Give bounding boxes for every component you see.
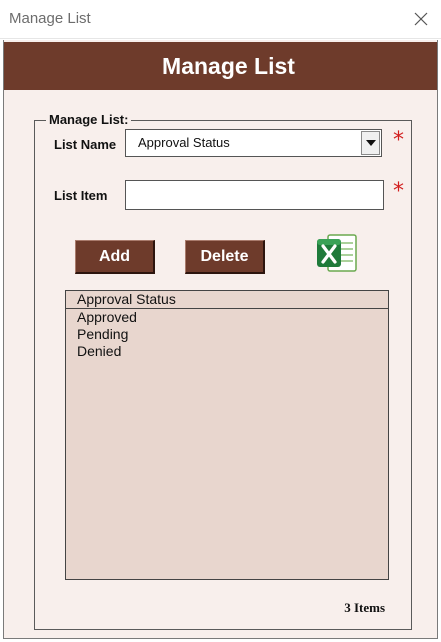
list-name-label: List Name	[54, 137, 117, 152]
close-icon	[414, 12, 428, 26]
item-count: 3 Items	[344, 600, 385, 615]
listbox-header: Approval Status	[66, 291, 388, 309]
chevron-down-icon	[365, 140, 376, 146]
list-item-required-mark: *	[393, 179, 404, 204]
close-button[interactable]	[406, 4, 436, 34]
list-items-listbox[interactable]: Approval Status Approved Pending Denied	[65, 290, 389, 580]
form-header-title: Manage List	[162, 52, 295, 79]
list-item-label: List Item	[54, 188, 108, 203]
excel-icon	[317, 234, 357, 272]
list-item[interactable]: Pending	[66, 326, 388, 343]
window-titlebar: Manage List	[0, 0, 441, 39]
window-title: Manage List	[9, 10, 91, 27]
add-button[interactable]: Add	[75, 240, 155, 274]
list-item-input[interactable]	[125, 180, 384, 210]
export-excel-button[interactable]	[315, 231, 359, 275]
list-name-value: Approval Status	[138, 135, 230, 150]
form-header: Manage List	[4, 42, 437, 90]
manage-list-form: Manage List Manage List: List Name Appro…	[3, 40, 438, 639]
list-name-required-mark: *	[393, 128, 404, 153]
list-item[interactable]: Denied	[66, 343, 388, 360]
list-item[interactable]: Approved	[66, 309, 388, 326]
list-name-dropdown[interactable]: Approval Status	[125, 129, 382, 157]
groupbox-label: Manage List:	[46, 112, 132, 127]
dropdown-button[interactable]	[361, 131, 380, 155]
delete-button[interactable]: Delete	[185, 240, 265, 274]
